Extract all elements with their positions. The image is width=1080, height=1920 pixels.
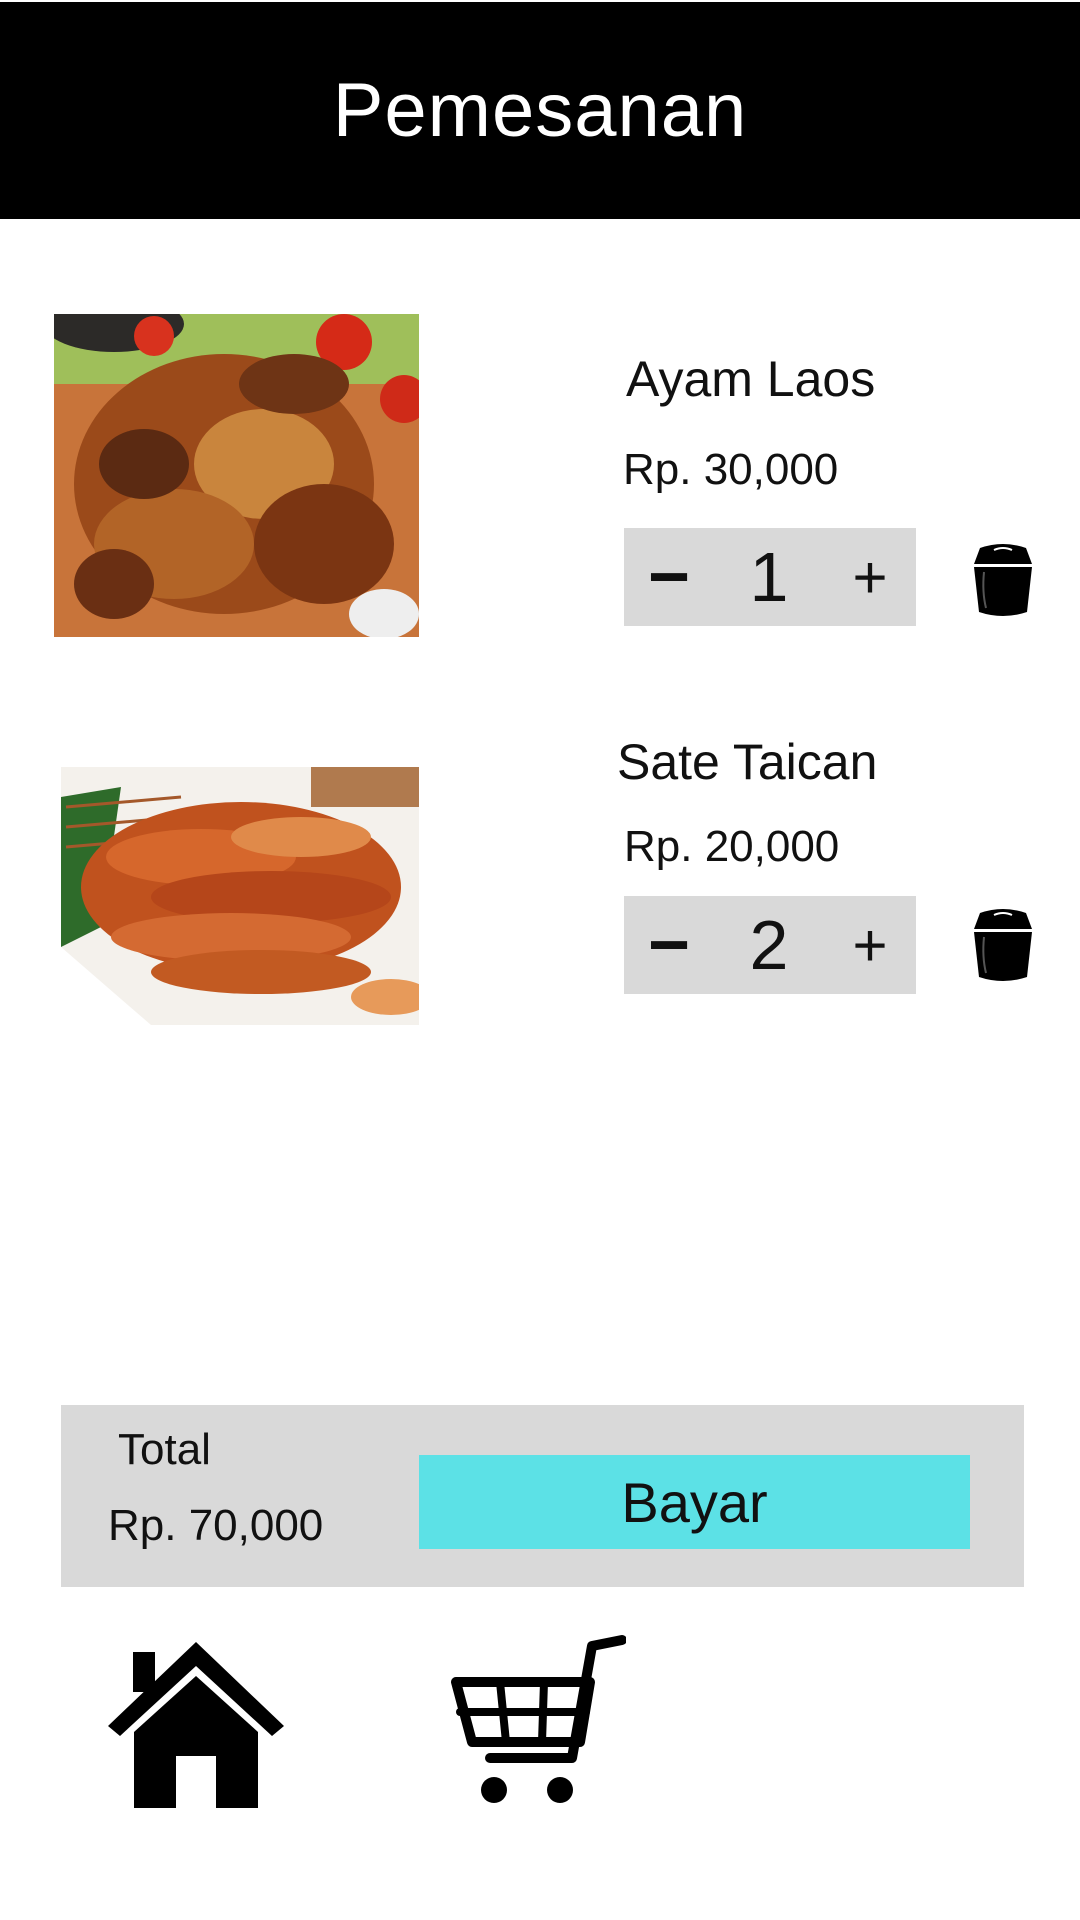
decrease-button[interactable]: − [624, 896, 714, 994]
item-price: Rp. 30,000 [623, 445, 839, 494]
header-bar: Pemesanan [0, 2, 1080, 219]
decrease-button[interactable]: − [624, 528, 714, 626]
quantity-stepper: − 2 + [624, 896, 916, 994]
pay-button-label: Bayar [621, 1470, 768, 1534]
food-image-ayam-laos [54, 314, 419, 637]
trash-icon[interactable] [970, 540, 1036, 618]
item-name: Sate Taican [617, 734, 878, 790]
home-icon[interactable] [106, 1640, 286, 1810]
total-panel: Total Rp. 70,000 Bayar [61, 1405, 1024, 1587]
trash-icon[interactable] [970, 905, 1036, 983]
cart-icon[interactable] [450, 1634, 626, 1806]
total-label: Total [118, 1425, 211, 1474]
page-title: Pemesanan [332, 68, 748, 153]
item-price: Rp. 20,000 [624, 822, 840, 871]
quantity-value: 2 [749, 906, 789, 984]
increase-button[interactable]: + [824, 896, 916, 994]
pay-button[interactable]: Bayar [419, 1455, 970, 1549]
quantity-value: 1 [749, 538, 789, 616]
increase-button[interactable]: + [824, 528, 916, 626]
item-name: Ayam Laos [626, 351, 876, 407]
total-value: Rp. 70,000 [108, 1501, 324, 1550]
food-image-sate-taican [61, 767, 419, 1025]
quantity-stepper: − 1 + [624, 528, 916, 626]
